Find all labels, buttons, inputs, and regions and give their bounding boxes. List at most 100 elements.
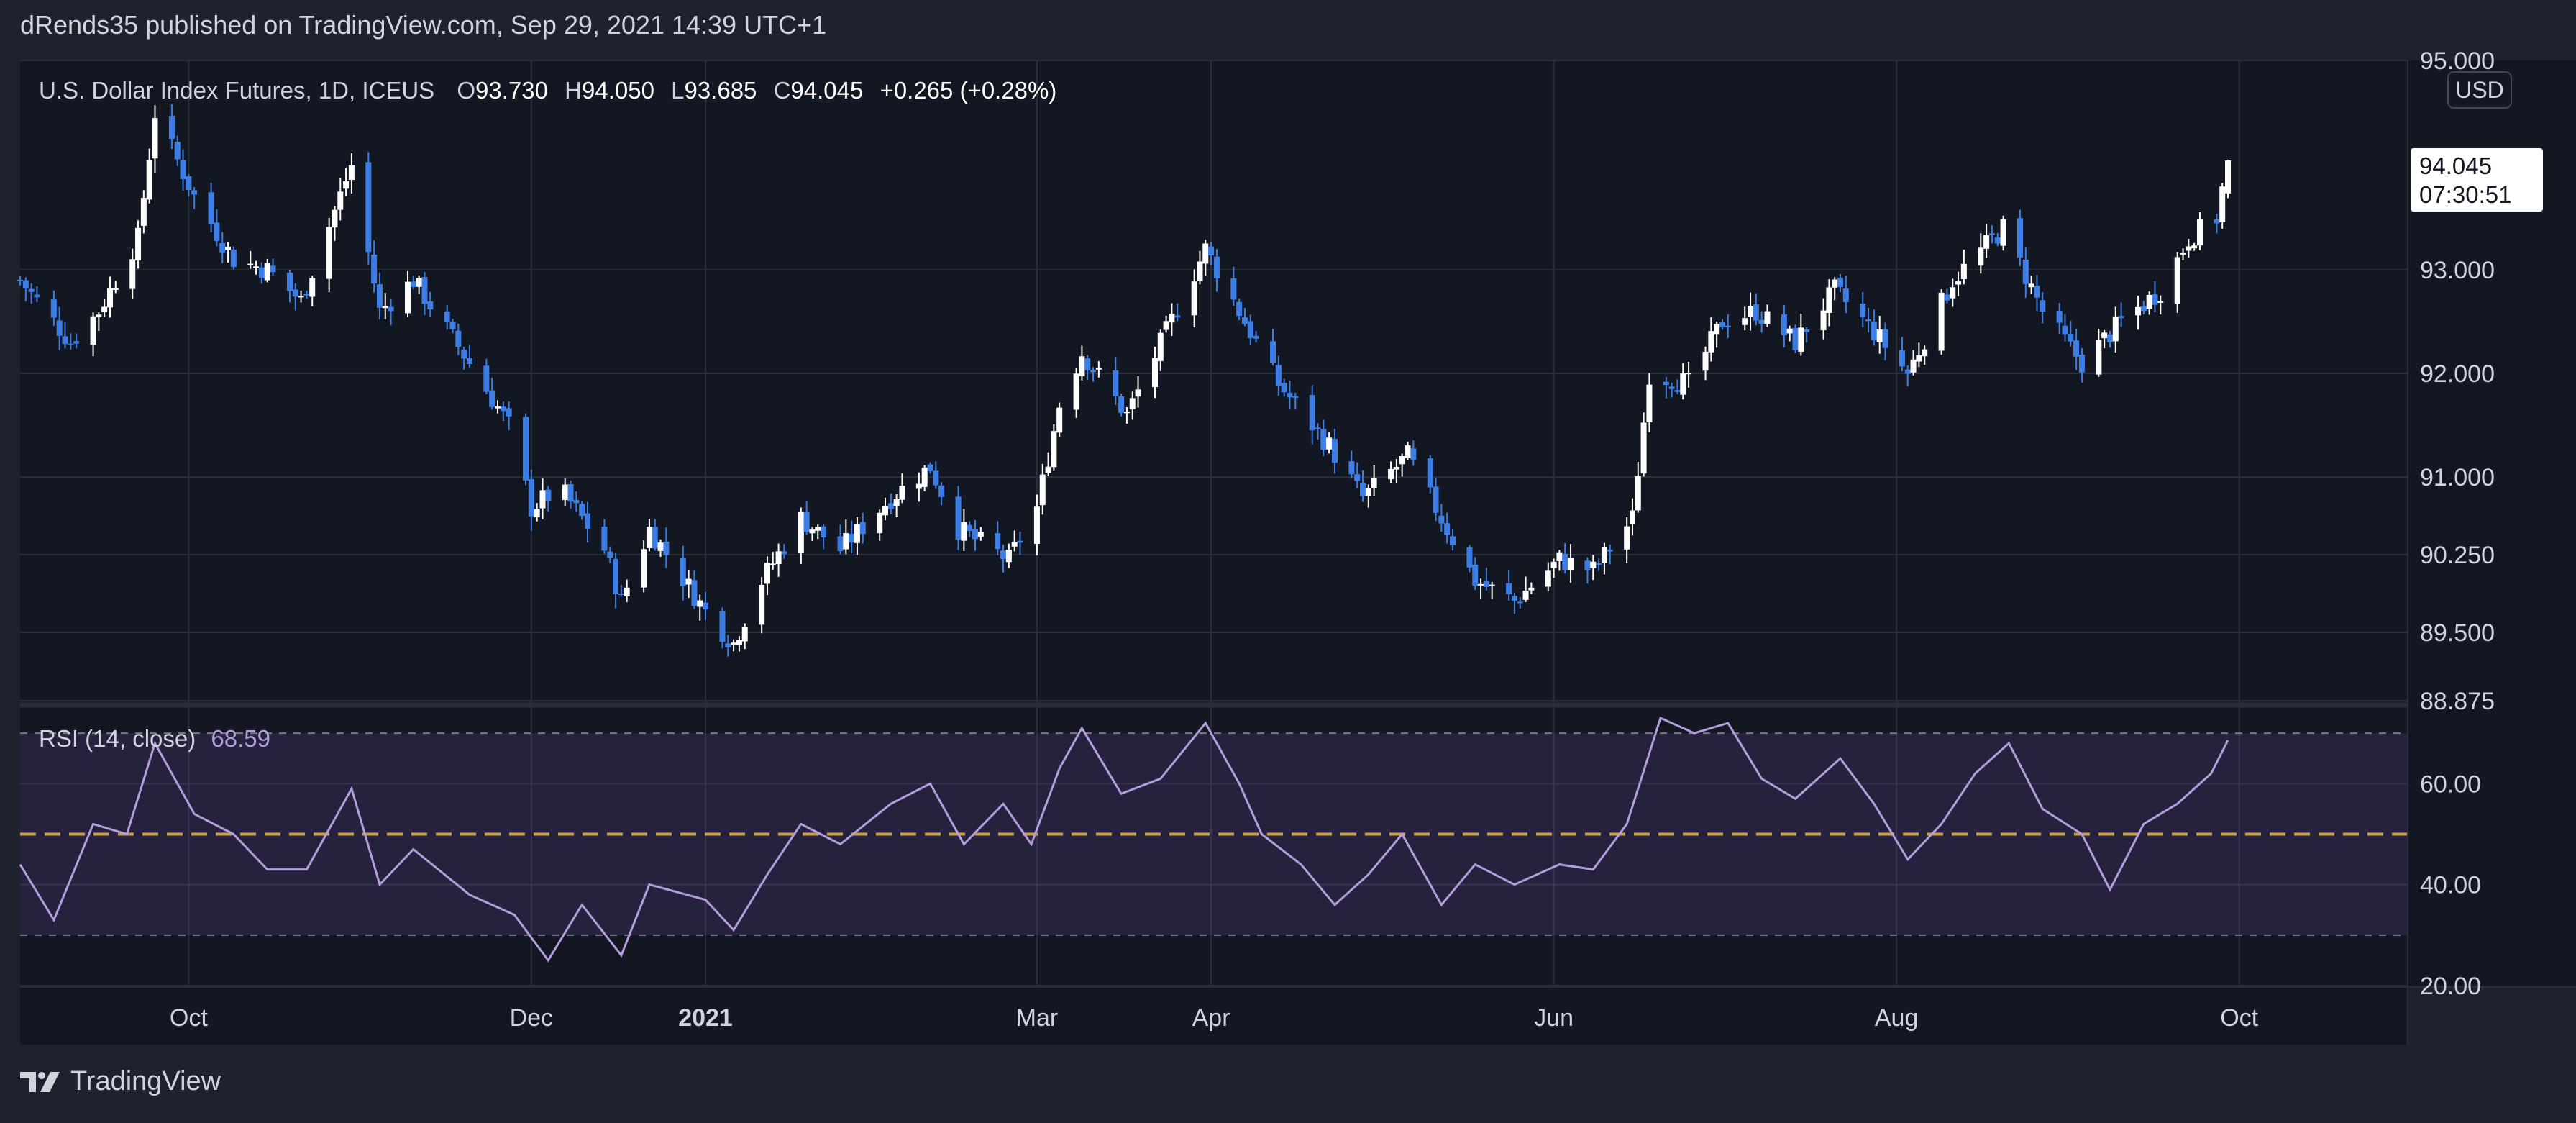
change-value: +0.265 (+0.28%) (880, 77, 1057, 104)
chart-svg[interactable]: Oct Dec 2021 Mar Apr Jun Aug Oct 95.000 93.000 92.… (0, 0, 2576, 1123)
candle-body (2106, 334, 2113, 342)
tradingview-logo[interactable]: TradingView (20, 1066, 221, 1097)
candle-body (641, 549, 647, 588)
candle-body (1331, 439, 1338, 463)
candle-body (680, 558, 686, 586)
candle-body (2000, 219, 2006, 246)
candle-body (1405, 445, 1411, 458)
time-axis-label: Mar (1016, 1004, 1059, 1032)
candle-body (1786, 328, 1793, 334)
candle-body (1241, 317, 1248, 324)
candle-body (1090, 370, 1097, 373)
candle-body (191, 190, 198, 195)
candle-body (1556, 552, 1563, 561)
candle-body (1916, 355, 1922, 362)
candle-body (803, 512, 810, 532)
low-value: 93.685 (684, 77, 757, 104)
candle-body (208, 192, 214, 224)
candle-body (624, 587, 630, 596)
candle-body (337, 191, 344, 210)
candle-body (455, 330, 462, 347)
candle-body (1842, 288, 1849, 302)
candle-body (2186, 246, 2192, 251)
candle-body (1804, 329, 1810, 332)
candle-body (1079, 356, 1085, 376)
candle-body (1275, 365, 1282, 386)
candle-body (1309, 395, 1315, 431)
candle-body (1506, 583, 1512, 594)
rsi-value: 68.59 (211, 725, 270, 752)
candle-body (731, 642, 737, 645)
candle-body (1680, 373, 1686, 395)
candle-body (1899, 350, 1905, 367)
candle-body (933, 470, 939, 486)
candle-body (1607, 550, 1613, 552)
candle-body (309, 278, 316, 297)
candle-body (410, 281, 416, 287)
candle-body (1478, 583, 1484, 586)
candle-body (1174, 315, 1181, 318)
candle-body (1646, 384, 1653, 422)
time-axis-label: 2021 (678, 1004, 733, 1032)
candle-body (1590, 561, 1597, 568)
currency-badge[interactable]: USD (2447, 71, 2512, 109)
candle-body (2017, 218, 2023, 258)
candle-body (1904, 369, 1911, 374)
candle-body (500, 406, 506, 412)
candle-body (2196, 219, 2203, 246)
candle-body (2078, 355, 2085, 373)
candle-body (225, 246, 232, 250)
candle-body (253, 266, 260, 268)
rsi-axis-label: 40.00 (2420, 872, 2481, 899)
candle-body (1051, 431, 1057, 468)
time-axis-label: Jun (1534, 1004, 1574, 1032)
candle-body (1629, 510, 1635, 524)
candle-body (489, 390, 495, 407)
candle-body (1871, 321, 1877, 340)
candle-body (545, 489, 552, 501)
time-axis-label: Aug (1875, 1004, 1919, 1032)
candle-body (1253, 335, 1259, 339)
candle-body (1820, 310, 1827, 331)
candle-body (1056, 407, 1063, 433)
candle-body (449, 322, 456, 329)
candle-body (1202, 243, 1209, 264)
candle-body (652, 527, 658, 549)
candle-body (1005, 549, 1012, 563)
candle-body (180, 160, 186, 180)
candle-body (1292, 396, 1299, 398)
candle-body (1960, 263, 1967, 280)
candle-body (1781, 314, 1787, 336)
candle-body (1348, 461, 1355, 475)
high-value: 94.050 (582, 77, 654, 104)
candle-body (1450, 536, 1456, 545)
ohlc-legend: U.S. Dollar Index Futures, 1D, ICEUS O93… (39, 77, 1056, 104)
candle-body (2073, 340, 2080, 357)
candle-body (1472, 564, 1479, 586)
candle-body (921, 467, 928, 487)
candle-body (1708, 331, 1714, 353)
symbol-name: U.S. Dollar Index Futures, 1D, ICEUS (39, 77, 434, 104)
candle-body (1084, 358, 1091, 370)
candle-body (405, 281, 411, 314)
currency-label: USD (2455, 77, 2504, 103)
candle-body (2135, 306, 2142, 316)
candle-body (1000, 550, 1007, 559)
candle-body (882, 506, 889, 516)
candle-body (1944, 294, 1950, 301)
candle-body (96, 314, 102, 318)
candle-body (618, 594, 624, 596)
candle-body (1011, 542, 1018, 547)
candle-body (1792, 327, 1799, 350)
candle-body (523, 417, 529, 481)
candle-body (1197, 261, 1203, 281)
candle-body (365, 162, 372, 253)
candle-body (186, 176, 192, 190)
candle-body (168, 115, 175, 139)
candle-body (1876, 329, 1883, 342)
rsi-label: RSI (14, close) (39, 725, 196, 752)
candle-body (1983, 235, 1990, 249)
candle-body (719, 611, 726, 642)
candle-body (1438, 515, 1445, 524)
last-price-label: 94.045 07:30:51 (2411, 148, 2543, 212)
